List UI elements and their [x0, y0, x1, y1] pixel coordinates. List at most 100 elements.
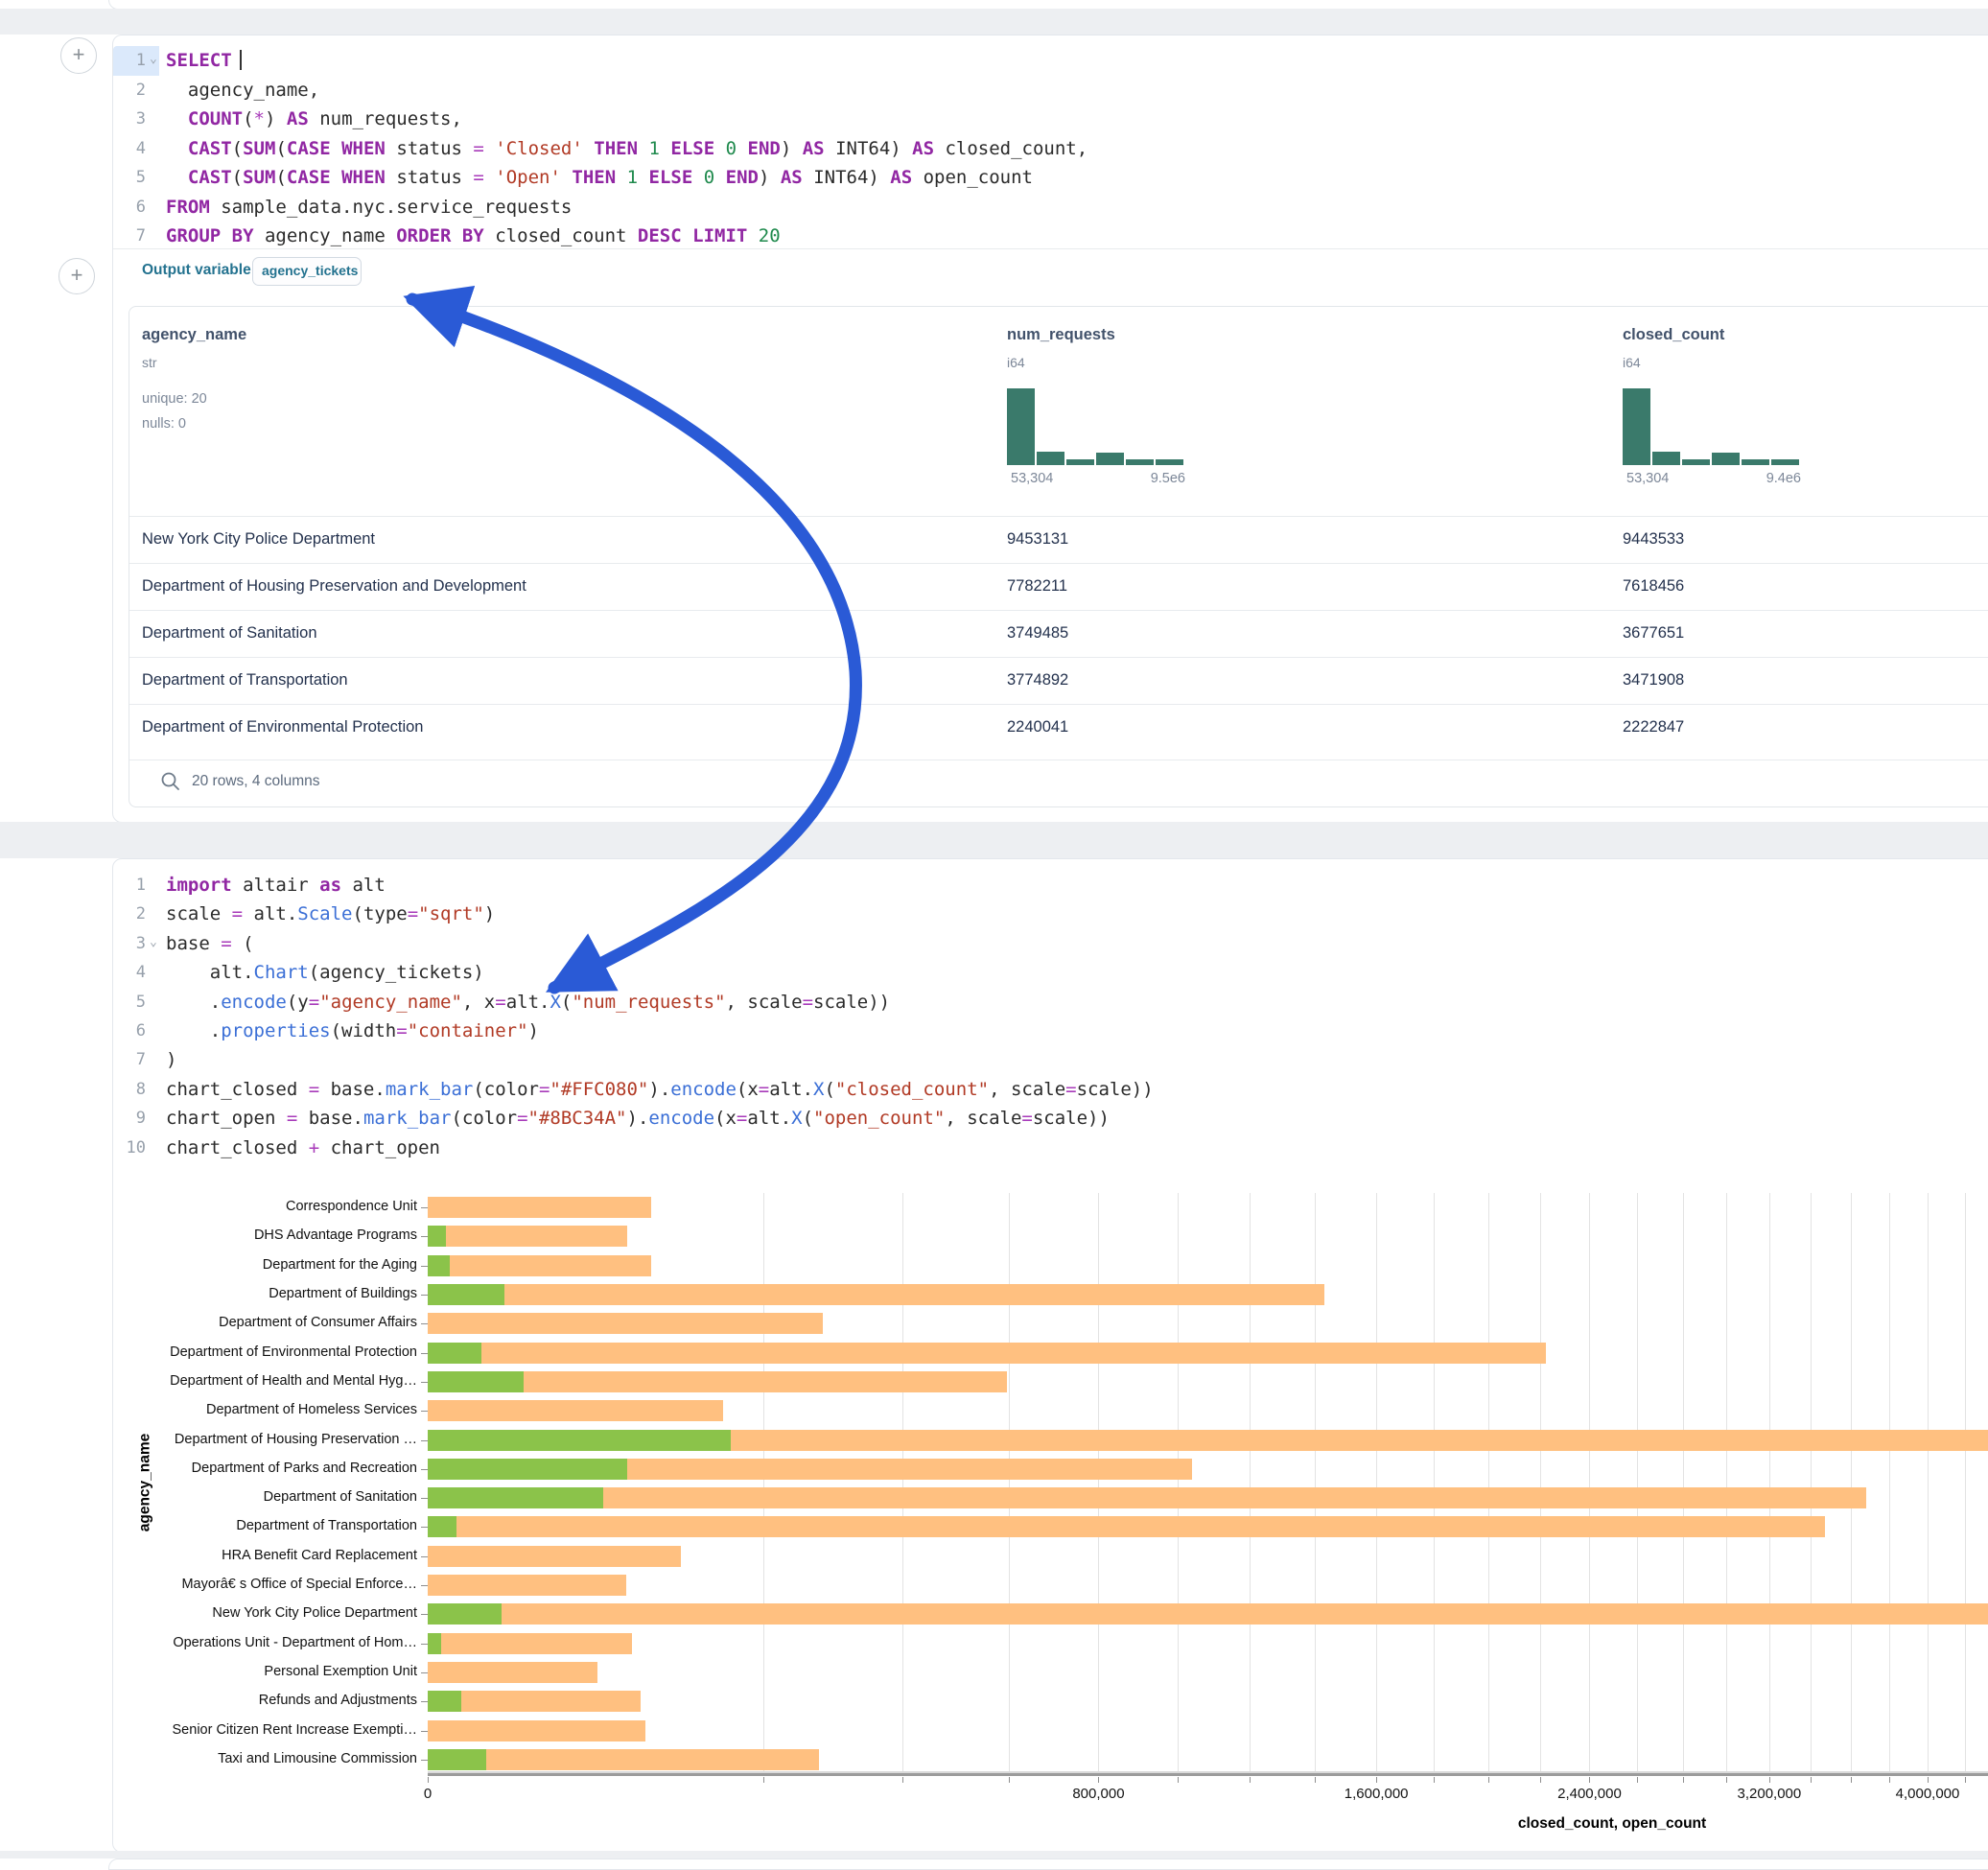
x-tick — [1769, 1777, 1770, 1783]
gridline — [902, 1193, 903, 1773]
next-cell-edge — [108, 1858, 1988, 1870]
output-variable-badge[interactable]: agency_tickets — [252, 257, 362, 286]
x-tick — [1315, 1777, 1316, 1783]
table-row[interactable]: Department of Housing Preservation and D… — [129, 563, 1988, 611]
gridline — [1009, 1193, 1010, 1773]
y-axis-title: agency_name — [136, 1434, 153, 1532]
x-tick — [1637, 1777, 1638, 1783]
table-cell: Department of Environmental Protection — [142, 718, 423, 736]
code-line: 5 .encode(y="agency_name", x=alt.X("num_… — [113, 988, 1988, 1017]
altair-bar-chart: Correspondence UnitDHS Advantage Program… — [113, 1166, 1988, 1837]
bar-open_count — [428, 1691, 461, 1712]
bar-closed_count — [428, 1400, 723, 1421]
cell-gap — [0, 1851, 1988, 1858]
bar-closed_count — [428, 1603, 1988, 1625]
collapse-chevron-icon[interactable]: ⌄ — [150, 927, 157, 957]
y-tick — [421, 1295, 428, 1296]
code-line: 7GROUP BY agency_name ORDER BY closed_co… — [113, 222, 1988, 251]
x-tick — [1376, 1777, 1377, 1783]
column-histogram: 53,3049.5e6 — [1007, 398, 1185, 482]
line-number: 8 — [113, 1075, 146, 1105]
table-cell: 9443533 — [1623, 530, 1684, 549]
y-tick — [421, 1614, 428, 1615]
y-tick — [421, 1672, 428, 1673]
gridline — [1726, 1193, 1727, 1773]
line-number: 9 — [113, 1104, 146, 1134]
table-row[interactable]: Department of Sanitation37494853677651 — [129, 610, 1988, 658]
output-variable-name: agency_tickets — [262, 263, 361, 278]
column-histogram: 53,3049.4e6 — [1623, 398, 1801, 482]
y-tick — [421, 1323, 428, 1324]
y-axis-label: Refunds and Adjustments — [129, 1693, 417, 1708]
line-number: 10 — [113, 1134, 146, 1163]
bar-closed_count — [428, 1284, 1324, 1305]
gridline — [1315, 1193, 1316, 1773]
code-line: 4 CAST(SUM(CASE WHEN status = 'Closed' T… — [113, 134, 1988, 164]
x-axis-tick-label: 0 — [424, 1786, 432, 1802]
sql-code-editor[interactable]: 1⌄SELECT2 agency_name,3 COUNT(*) AS num_… — [113, 35, 1988, 248]
gridline — [1889, 1193, 1890, 1773]
gridline — [1851, 1193, 1852, 1773]
result-table-header: agency_namestrunique: 20nulls: 0num_requ… — [129, 307, 1988, 516]
x-tick — [1851, 1777, 1852, 1783]
table-row[interactable]: New York City Police Department945313194… — [129, 516, 1988, 564]
column-header[interactable]: num_requests — [1007, 326, 1115, 344]
table-cell: 3677651 — [1623, 624, 1684, 643]
notebook-page: { "accent": {"arrow_blue": "#2a5ad6", "h… — [0, 0, 1988, 1864]
bar-open_count — [428, 1516, 456, 1537]
code-line: 1⌄SELECT — [113, 46, 1988, 76]
column-header[interactable]: agency_name — [142, 326, 246, 344]
add-cell-button-output[interactable]: + — [58, 258, 95, 294]
bar-open_count — [428, 1343, 481, 1364]
y-tick — [421, 1556, 428, 1557]
y-tick — [421, 1701, 428, 1702]
y-axis-label: Senior Citizen Rent Increase Exempti… — [129, 1722, 417, 1738]
y-tick — [421, 1266, 428, 1267]
table-cell: 3774892 — [1007, 671, 1068, 690]
x-tick — [1683, 1777, 1684, 1783]
bar-open_count — [428, 1226, 446, 1247]
result-table-footer: 20 rows, 4 columns — [129, 760, 1988, 806]
x-tick — [1250, 1777, 1251, 1783]
x-tick — [763, 1777, 764, 1783]
collapse-chevron-icon[interactable]: ⌄ — [150, 44, 157, 74]
search-icon[interactable] — [160, 771, 181, 792]
x-tick — [1178, 1777, 1179, 1783]
gridline — [1250, 1193, 1251, 1773]
y-axis-label: Department of Consumer Affairs — [129, 1315, 417, 1330]
column-type: str — [142, 355, 157, 370]
python-code-editor[interactable]: 1import altair as alt2scale = alt.Scale(… — [113, 859, 1988, 1166]
line-number: 1 — [113, 46, 146, 76]
cell-gap — [0, 9, 1988, 35]
add-cell-button-top[interactable]: + — [60, 37, 97, 74]
bar-closed_count — [428, 1720, 645, 1741]
x-tick — [1589, 1777, 1590, 1783]
table-cell: 3471908 — [1623, 671, 1684, 690]
code-line: 2 agency_name, — [113, 76, 1988, 105]
result-table: agency_namestrunique: 20nulls: 0num_requ… — [129, 306, 1988, 807]
y-tick — [421, 1469, 428, 1470]
gridline — [1683, 1193, 1684, 1773]
code-line: 3⌄base = ( — [113, 929, 1988, 959]
code-line: 10chart_closed + chart_open — [113, 1134, 1988, 1163]
y-tick — [421, 1498, 428, 1499]
gridline — [763, 1193, 764, 1773]
code-line: 3 COUNT(*) AS num_requests, — [113, 105, 1988, 134]
bar-closed_count — [428, 1516, 1825, 1537]
table-cell: 7618456 — [1623, 577, 1684, 596]
table-cell: Department of Housing Preservation and D… — [142, 577, 526, 596]
x-tick — [1098, 1777, 1099, 1783]
line-number: 1 — [113, 871, 146, 900]
line-number: 5 — [113, 163, 146, 193]
table-row[interactable]: Department of Environmental Protection22… — [129, 704, 1988, 752]
table-row[interactable]: Department of Transportation377489234719… — [129, 657, 1988, 705]
line-number: 7 — [113, 1045, 146, 1075]
result-table-rows: New York City Police Department945313194… — [129, 516, 1988, 760]
x-axis-tick-label: 4,000,000 — [1896, 1786, 1960, 1802]
code-line: 5 CAST(SUM(CASE WHEN status = 'Open' THE… — [113, 163, 1988, 193]
x-tick — [1965, 1777, 1966, 1783]
y-tick — [421, 1207, 428, 1208]
y-tick — [421, 1731, 428, 1732]
column-header[interactable]: closed_count — [1623, 326, 1724, 344]
y-axis-label: Personal Exemption Unit — [129, 1664, 417, 1679]
